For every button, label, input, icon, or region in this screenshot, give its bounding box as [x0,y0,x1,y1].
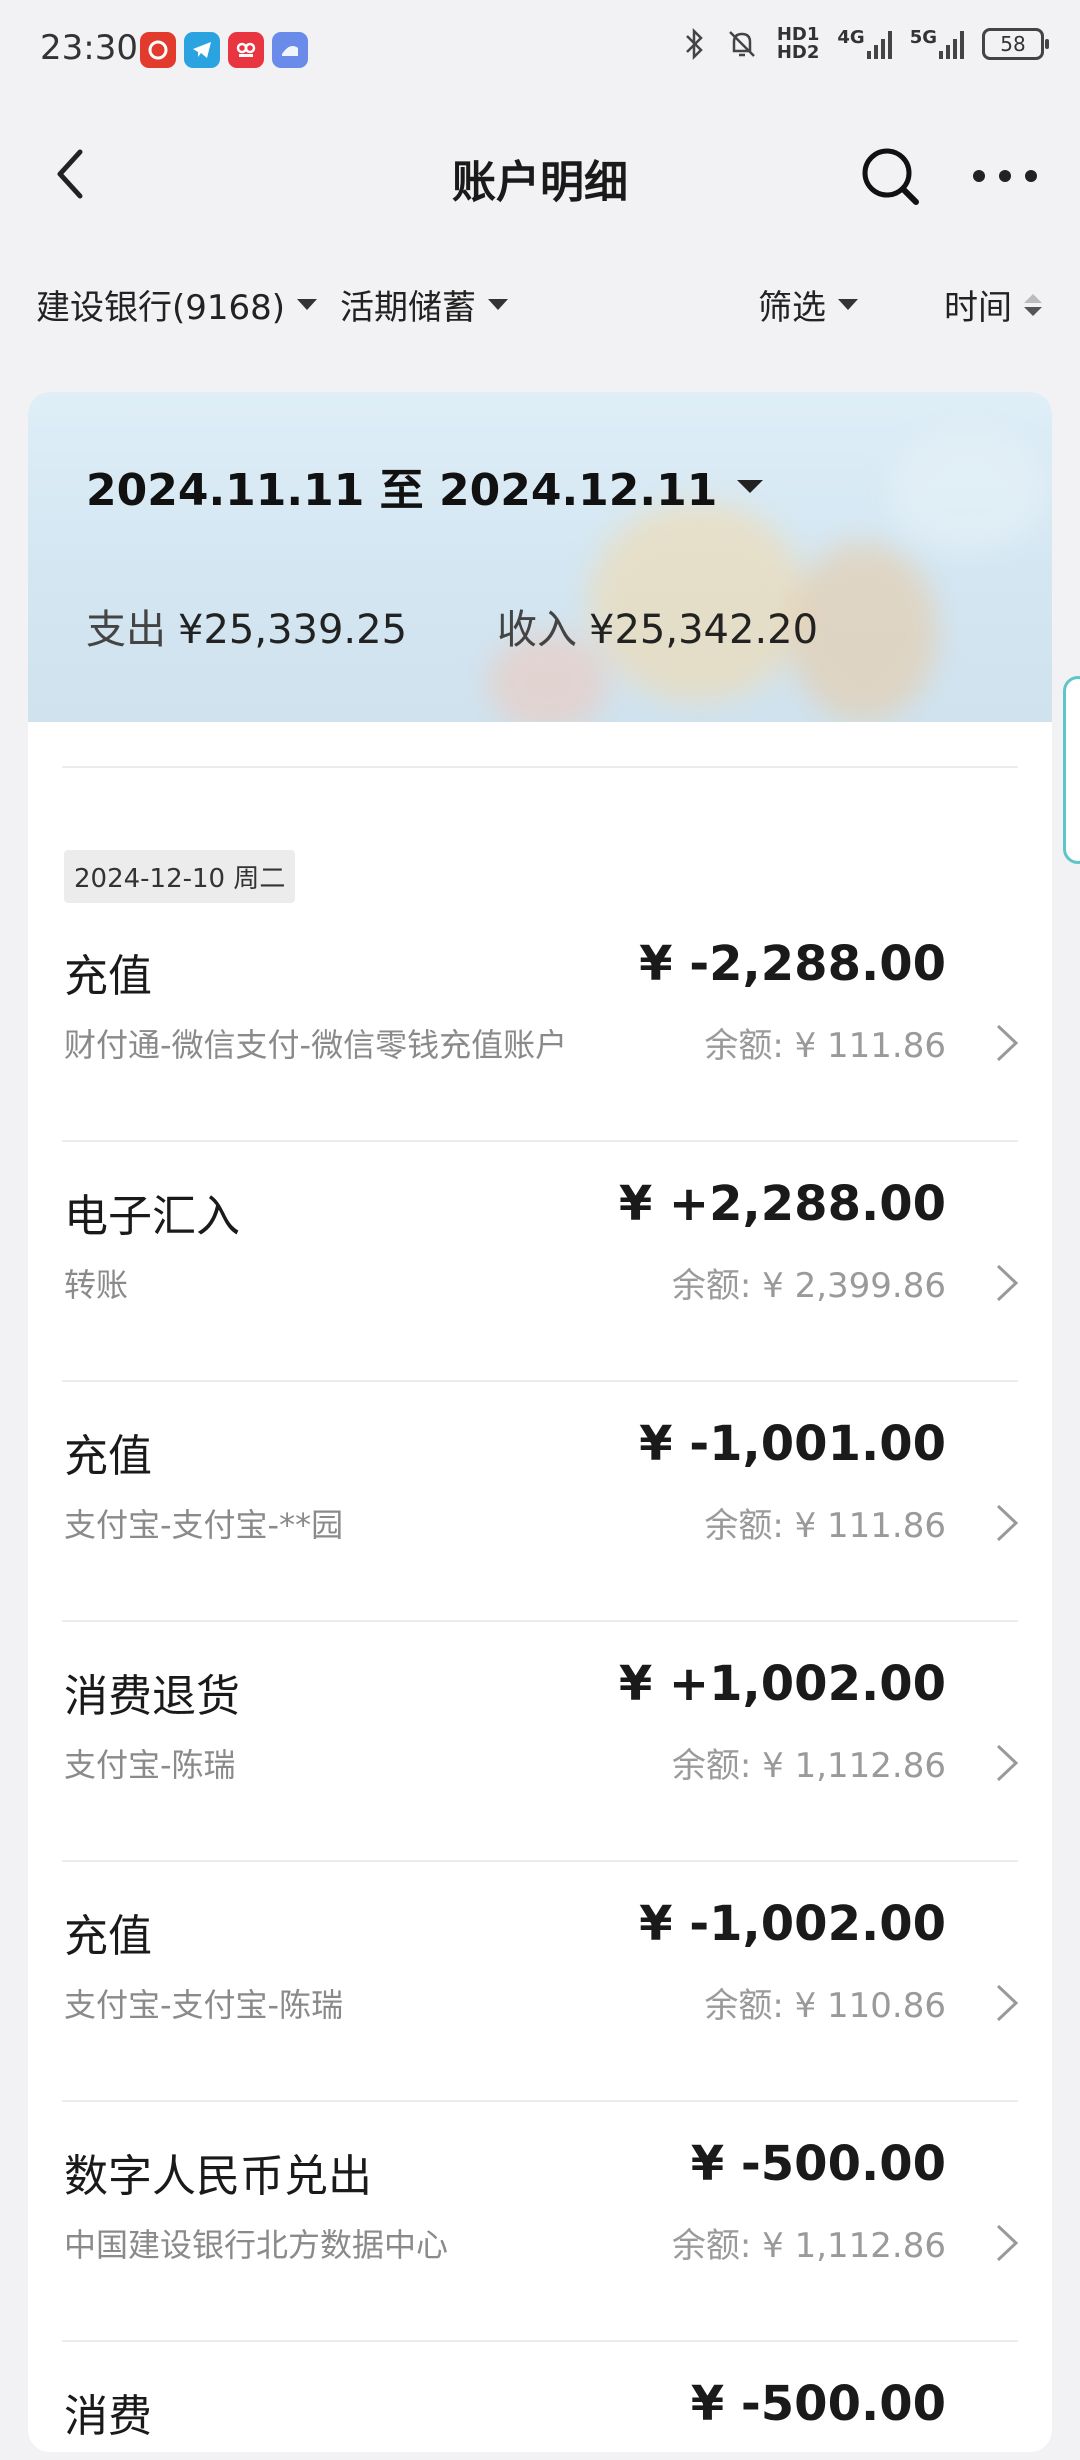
time-sort-label: 时间 [944,288,1012,328]
transaction-balance: 余额: ¥ 2,399.86 [671,1266,946,1306]
transaction-name: 消费 [64,2391,152,2442]
status-time: 23:30 [40,28,138,68]
transaction-balance: 余额: ¥ 111.86 [704,1026,946,1066]
chevron-right-icon [996,1264,1019,1302]
mute-bell-icon [728,31,755,57]
transaction-name: 充值 [64,1431,152,1482]
expense-label: 支出 [86,607,166,653]
transaction-amount: ¥ -1,002.00 [639,1896,946,1952]
telegram-icon [184,32,220,68]
transaction-desc: 支付宝-陈瑞 [64,1746,236,1784]
chevron-right-icon [996,1504,1019,1542]
netease-music-icon [140,32,176,68]
transaction-amount: ¥ +2,288.00 [618,1176,946,1232]
expense-total: 支出 ¥25,339.25 [86,597,407,655]
transaction-balance: 余额: ¥ 1,112.86 [671,2226,946,2266]
caret-down-icon [838,299,858,310]
transaction-row[interactable]: 数字人民币兑出 中国建设银行北方数据中心 ¥ -500.00 余额: ¥ 1,1… [28,2102,1052,2342]
chevron-right-icon [996,1024,1019,1062]
summary-banner: 2024.11.11 至 2024.12.11 支出 ¥25,339.25 收入 ¥… [28,392,1052,722]
transaction-row[interactable]: 电子汇入 转账 ¥ +2,288.00 余额: ¥ 2,399.86 [28,1142,1052,1382]
signal-bars-icon [866,29,892,59]
transaction-balance: 余额: ¥ 110.86 [704,1986,946,2026]
account-type-label: 活期储蓄 [340,288,476,328]
bluetooth-icon [685,27,703,61]
filter-bar: 建设银行(9168) 活期储蓄 筛选 时间 [0,270,1080,340]
sort-arrows-icon [1024,293,1042,316]
transaction-name: 充值 [64,951,152,1002]
signal-4g: 4G [837,29,892,59]
transaction-row[interactable]: 消费 ¥ -500.00 [28,2342,1052,2452]
transaction-desc: 转账 [64,1266,129,1304]
filter-label: 筛选 [758,288,826,328]
battery-icon: 58 [982,28,1049,60]
summary-totals: 支出 ¥25,339.25 收入 ¥25,342.20 [86,597,818,655]
expense-value: ¥25,339.25 [178,607,408,653]
chevron-right-icon [996,1984,1019,2022]
more-dots-icon [973,170,1037,182]
transaction-row[interactable]: 消费退货 支付宝-陈瑞 ¥ +1,002.00 余额: ¥ 1,112.86 [28,1622,1052,1862]
income-label: 收入 [497,607,578,653]
transaction-amount: ¥ -500.00 [690,2136,946,2192]
income-total: 收入 ¥25,342.20 [497,597,818,655]
date-range-label: 2024.11.11 至 2024.12.11 [86,465,718,516]
floating-side-tab[interactable] [1063,676,1080,864]
transaction-name: 电子汇入 [64,1191,240,1242]
transaction-name: 数字人民币兑出 [64,2151,372,2202]
caret-down-icon [737,479,764,493]
transaction-desc: 财付通-微信支付-微信零钱充值账户 [64,1026,568,1064]
date-group-tag: 2024-12-10 周二 [64,850,296,903]
signal-5g: 5G [910,29,964,59]
more-button[interactable] [970,144,1040,208]
search-icon [862,148,919,205]
nav-bar: 账户明细 [0,120,1080,230]
search-button[interactable] [858,144,922,208]
status-bar: 23:30 HD1 HD2 4G 5G 58 [0,0,1080,100]
transaction-desc: 支付宝-支付宝-陈瑞 [64,1986,344,2024]
chevron-right-icon [996,1744,1019,1782]
transaction-desc: 中国建设银行北方数据中心 [64,2226,449,2264]
time-sort-selector[interactable]: 时间 [944,280,1042,329]
transaction-name: 消费退货 [64,1671,240,1722]
divider [62,766,1018,768]
notification-app-icons [140,32,308,68]
date-range-selector[interactable]: 2024.11.11 至 2024.12.11 [86,454,764,518]
transaction-amount: ¥ -1,001.00 [639,1416,946,1472]
transaction-amount: ¥ -500.00 [690,2376,946,2432]
transaction-amount: ¥ +1,002.00 [618,1656,946,1712]
status-indicators: HD1 HD2 4G 5G 58 [681,24,1049,63]
bank-account-label: 建设银行(9168) [36,288,286,328]
transaction-desc: 支付宝-支付宝-**园 [64,1506,344,1544]
transaction-row[interactable]: 充值 支付宝-支付宝-**园 ¥ -1,001.00 余额: ¥ 111.86 [28,1382,1052,1622]
transaction-name: 充值 [64,1911,152,1962]
transaction-amount: ¥ -2,288.00 [639,936,946,992]
app-blue-icon [272,32,308,68]
caret-down-icon [488,299,508,310]
transaction-row[interactable]: 充值 财付通-微信支付-微信零钱充值账户 ¥ -2,288.00 余额: ¥ 1… [28,902,1052,1142]
chevron-right-icon [996,2224,1019,2262]
transaction-row[interactable]: 充值 支付宝-支付宝-陈瑞 ¥ -1,002.00 余额: ¥ 110.86 [28,1862,1052,2102]
transaction-balance: 余额: ¥ 111.86 [704,1506,946,1546]
income-value: ¥25,342.20 [589,607,819,653]
caret-down-icon [297,299,318,310]
transactions-card: 2024.11.11 至 2024.12.11 支出 ¥25,339.25 收入 ¥… [28,392,1052,2452]
bank-account-selector[interactable]: 建设银行(9168) [36,280,318,329]
signal-bars-icon [939,29,964,59]
filter-selector[interactable]: 筛选 [758,280,858,329]
hd-indicator: HD1 HD2 [776,24,820,63]
transaction-balance: 余额: ¥ 1,112.86 [671,1746,946,1786]
app-red-icon [228,32,264,68]
account-type-selector[interactable]: 活期储蓄 [340,280,508,329]
